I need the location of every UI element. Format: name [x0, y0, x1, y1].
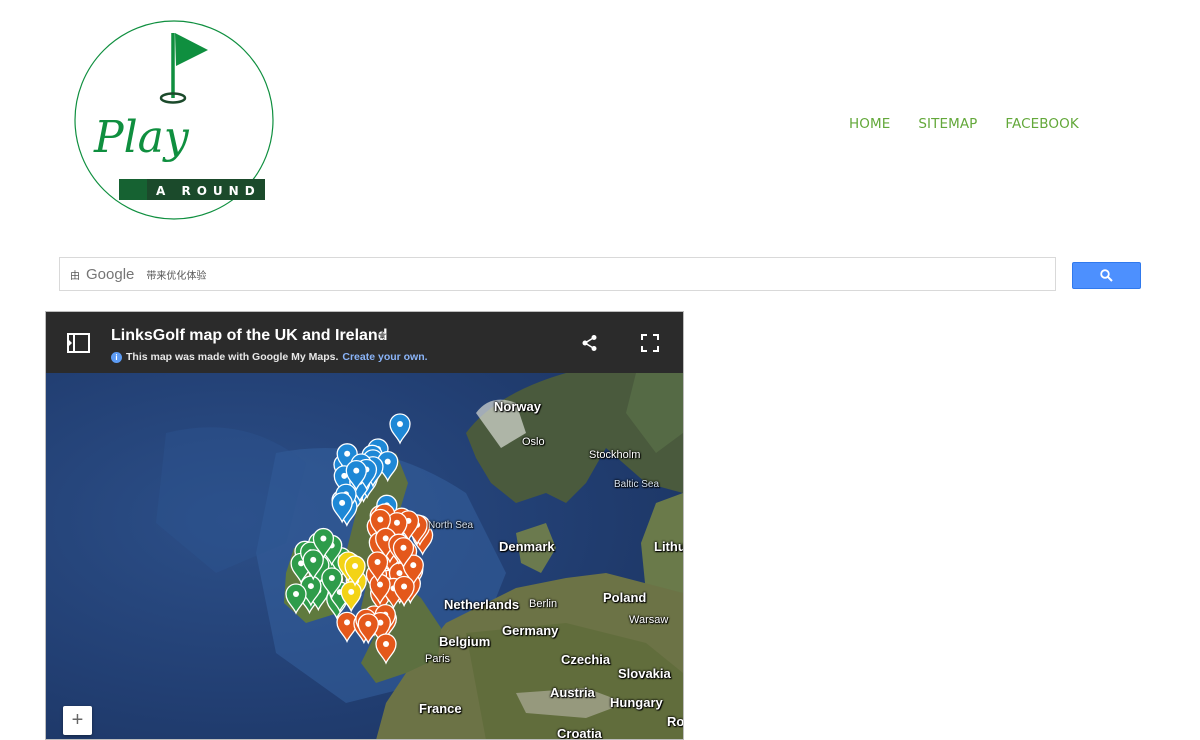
label-austria: Austria	[550, 685, 595, 700]
label-hungary: Hungary	[610, 695, 663, 710]
map-title: LinksGolf map of the UK and Ireland	[111, 327, 388, 344]
label-belgium: Belgium	[439, 634, 491, 649]
england-pin[interactable]	[375, 633, 397, 665]
label-north-sea: North Sea	[428, 520, 474, 531]
fullscreen-icon[interactable]	[641, 334, 659, 352]
label-germany: Germany	[502, 623, 559, 638]
label-oslo: Oslo	[522, 436, 545, 448]
label-france: France	[419, 701, 462, 716]
label-paris: Paris	[425, 653, 451, 665]
label-berlin: Berlin	[529, 598, 558, 610]
nav-sitemap[interactable]: SITEMAP	[918, 116, 977, 132]
map-header: LinksGolf map of the UK and Ireland ★ i …	[46, 312, 683, 373]
scotland-pin[interactable]	[389, 413, 411, 445]
search-input[interactable]	[60, 258, 1065, 290]
label-czechia: Czechia	[561, 652, 611, 667]
map-subtitle: i This map was made with Google My Maps.…	[111, 351, 428, 363]
sidebar-toggle-icon[interactable]	[67, 333, 90, 353]
label-netherlands: Netherlands	[444, 597, 520, 612]
star-icon[interactable]: ★	[377, 328, 388, 342]
create-your-own-link[interactable]: Create your own.	[342, 351, 427, 363]
search-icon	[1100, 269, 1113, 282]
nav-home[interactable]: HOME	[849, 116, 890, 132]
embedded-map[interactable]: LinksGolf map of the UK and Ireland ★ i …	[45, 311, 684, 740]
site-logo[interactable]: Play A ROUND	[72, 20, 276, 222]
search-box: 由 Google 带来优化体验	[59, 257, 1065, 291]
nav-facebook[interactable]: FACEBOOK	[1005, 116, 1078, 132]
map-subtitle-text: This map was made with Google My Maps.	[126, 351, 339, 363]
zoom-in-button[interactable]: +	[63, 706, 92, 735]
label-lithuania: Lithu	[654, 539, 684, 554]
label-poland: Poland	[603, 590, 647, 605]
label-norway: Norway	[494, 399, 541, 414]
main-nav: HOME SITEMAP FACEBOOK	[849, 116, 1107, 132]
info-icon: i	[111, 351, 122, 363]
logo-bar-text: A ROUND	[156, 184, 261, 198]
label-romania: Ro	[667, 714, 684, 729]
label-stockholm: Stockholm	[589, 449, 641, 461]
label-croatia: Croatia	[557, 726, 602, 740]
ireland-pin[interactable]	[285, 583, 307, 615]
label-slovakia: Slovakia	[618, 666, 671, 681]
share-icon[interactable]	[581, 334, 599, 352]
label-denmark: Denmark	[499, 539, 555, 554]
logo-word: Play	[93, 112, 190, 163]
label-baltic-sea: Baltic Sea	[614, 479, 660, 490]
label-warsaw: Warsaw	[629, 614, 669, 626]
search-button[interactable]	[1072, 262, 1141, 289]
satellite-map[interactable]: Norway Oslo Stockholm Baltic Sea North S…	[46, 373, 684, 740]
